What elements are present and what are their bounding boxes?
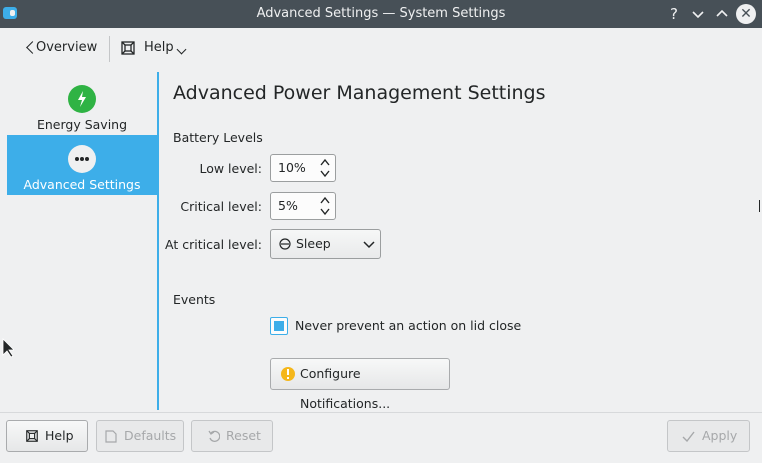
window-title: Advanced Settings — System Settings [256,6,506,21]
critical-action-combobox[interactable]: Sleep [270,229,381,259]
chevron-down-icon [363,241,375,249]
close-icon[interactable]: ✕ [736,4,756,24]
lid-close-label[interactable]: Never prevent an action on lid close [295,318,521,333]
more-dots-icon [68,145,96,173]
sleep-icon [279,238,291,250]
spin-arrows-icon[interactable] [319,157,331,179]
low-level-spinbox[interactable]: 10% [270,154,336,182]
maximize-icon[interactable] [712,4,732,24]
lid-close-checkbox[interactable] [270,317,288,335]
critical-level-spinbox[interactable]: 5% [270,192,336,220]
page-title: Advanced Power Management Settings [173,82,546,104]
spin-arrows-icon[interactable] [319,195,331,217]
defaults-label: Defaults [124,428,177,443]
toolbar: Overview Help [0,28,762,70]
footer-help-button[interactable]: Help [6,420,88,452]
defaults-button[interactable]: Defaults [96,420,184,452]
configure-notifications-button[interactable]: Configure Notifications... [270,358,450,411]
overview-label: Overview [36,40,98,55]
warning-icon [281,367,295,381]
critical-level-label: Critical level: [180,199,262,214]
critical-level-value: 5% [278,198,298,213]
sidebar-item-energy-saving[interactable]: Energy Saving [7,75,157,135]
check-icon [682,431,695,442]
sidebar-item-advanced-settings[interactable]: Advanced Settings [7,135,157,195]
battery-levels-heading: Battery Levels [173,130,263,145]
undo-icon [208,430,220,442]
low-level-value: 10% [278,160,306,175]
mouse-cursor-icon [2,338,14,358]
apply-label: Apply [702,428,738,443]
sidebar-item-label: Advanced Settings [23,177,141,192]
toolbar-separator [109,36,110,62]
sidebar-divider [157,72,159,410]
low-level-label: Low level: [199,161,262,176]
lightning-icon [68,85,96,113]
apply-button[interactable]: Apply [667,420,750,452]
sidebar-item-label: Energy Saving [36,117,128,132]
overview-button[interactable]: Overview [10,28,100,70]
footer-help-label: Help [45,428,74,443]
lifebuoy-icon [121,41,135,55]
critical-action-label: At critical level: [165,237,262,252]
minimize-icon[interactable] [688,4,708,24]
critical-action-value: Sleep [296,236,331,251]
reset-label: Reset [226,428,261,443]
events-heading: Events [173,292,216,307]
help-icon[interactable]: ? [664,4,684,24]
reset-button[interactable]: Reset [191,420,273,452]
lifebuoy-icon [26,430,38,442]
help-menu-label: Help [144,40,174,55]
document-icon [105,430,117,443]
footer-separator [0,412,762,413]
checkbox-check [274,321,284,331]
title-bar: Advanced Settings — System Settings ? ✕ [0,0,762,28]
configure-notifications-label: Configure Notifications... [300,366,391,411]
